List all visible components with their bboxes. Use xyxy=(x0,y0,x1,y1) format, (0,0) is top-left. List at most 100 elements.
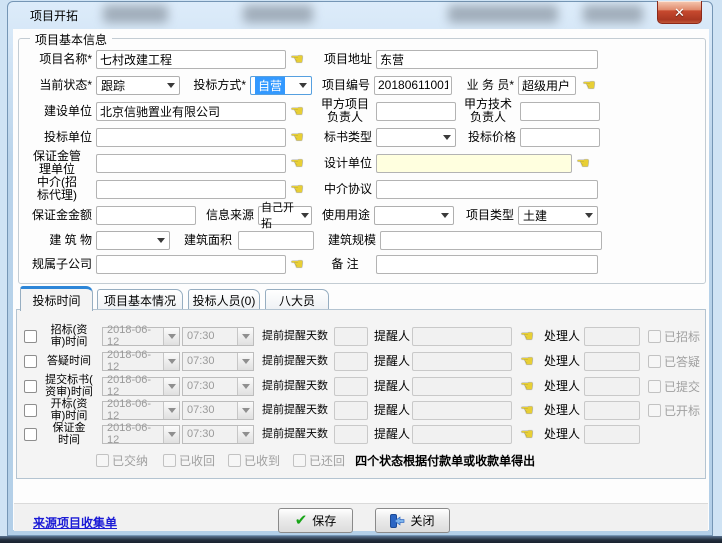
lookup-hand-icon[interactable]: ☚ xyxy=(518,378,536,394)
party-a-pm-input[interactable] xyxy=(376,102,456,121)
lookup-hand-icon[interactable]: ☚ xyxy=(288,181,306,197)
open-time-checkbox[interactable] xyxy=(24,404,37,417)
subsidiary-input[interactable] xyxy=(96,255,286,274)
footer-bar xyxy=(14,503,708,531)
handler-input[interactable] xyxy=(584,377,640,396)
bid-method-combo[interactable]: 自营 xyxy=(250,76,312,95)
date-value: 2018-06-12 xyxy=(107,349,163,373)
deposit-time-checkbox[interactable] xyxy=(24,428,37,441)
lookup-hand-icon[interactable]: ☚ xyxy=(574,155,592,171)
lookup-hand-icon[interactable]: ☚ xyxy=(580,77,598,93)
glass-reflection xyxy=(448,5,558,23)
build-scale-label: 建筑规模 xyxy=(322,229,376,251)
schedule-row-label: 开标(资 审)时间 xyxy=(39,399,99,421)
building-label: 建 筑 物 xyxy=(22,229,92,251)
project-no-input[interactable] xyxy=(374,76,452,95)
chevron-down-icon xyxy=(237,402,253,419)
date-combo[interactable]: 2018-06-12 xyxy=(102,352,180,371)
time-combo[interactable]: 07:30 xyxy=(182,352,254,371)
deposit-amount-input[interactable] xyxy=(96,206,196,225)
remind-days-input[interactable] xyxy=(334,352,368,371)
close-button[interactable]: 关闭 xyxy=(375,508,450,533)
status-checkbox[interactable] xyxy=(648,355,661,368)
remind-days-input[interactable] xyxy=(334,401,368,420)
submit-time-checkbox[interactable] xyxy=(24,380,37,393)
handler-input[interactable] xyxy=(584,425,640,444)
lookup-hand-icon[interactable]: ☚ xyxy=(288,103,306,119)
lookup-hand-icon[interactable]: ☚ xyxy=(518,402,536,418)
party-a-tech-input[interactable] xyxy=(520,102,600,121)
bid-unit-input[interactable] xyxy=(96,128,286,147)
tab-project-basic[interactable]: 项目基本情况 xyxy=(97,289,183,310)
status-checkbox[interactable] xyxy=(648,330,661,343)
returned-checkbox[interactable] xyxy=(293,454,306,467)
handler-input[interactable] xyxy=(584,327,640,346)
address-input[interactable] xyxy=(376,50,598,69)
status-checkbox[interactable] xyxy=(648,380,661,393)
date-combo[interactable]: 2018-06-12 xyxy=(102,425,180,444)
bid-time-checkbox[interactable] xyxy=(24,330,37,343)
lookup-hand-icon[interactable]: ☚ xyxy=(288,51,306,67)
handler-input[interactable] xyxy=(584,352,640,371)
doc-type-combo[interactable] xyxy=(376,128,456,147)
source-collection-link[interactable]: 来源项目收集单 xyxy=(33,514,117,531)
received-checkbox[interactable] xyxy=(228,454,241,467)
design-unit-input[interactable] xyxy=(376,154,572,173)
party-a-pm-label: 甲方项目 负责人 xyxy=(318,100,372,122)
tab-bid-time[interactable]: 投标时间 xyxy=(20,286,93,311)
tab-label: 投标时间 xyxy=(32,292,80,309)
time-combo[interactable]: 07:30 xyxy=(182,401,254,420)
usage-combo[interactable] xyxy=(374,206,454,225)
building-combo[interactable] xyxy=(96,231,170,250)
lookup-hand-icon[interactable]: ☚ xyxy=(518,426,536,442)
agency-input[interactable] xyxy=(96,180,286,199)
lookup-hand-icon[interactable]: ☚ xyxy=(288,155,306,171)
tab-label: 投标人员(0) xyxy=(193,292,256,309)
remind-days-input[interactable] xyxy=(334,425,368,444)
build-unit-input[interactable] xyxy=(96,102,286,121)
save-button[interactable]: ✔ 保存 xyxy=(278,508,353,533)
window-close-button[interactable]: ✕ xyxy=(657,1,702,24)
qa-time-checkbox[interactable] xyxy=(24,355,37,368)
info-source-combo[interactable]: 自己开拓 xyxy=(258,206,312,225)
recovered-checkbox[interactable] xyxy=(163,454,176,467)
build-scale-input[interactable] xyxy=(380,231,602,250)
lookup-hand-icon[interactable]: ☚ xyxy=(518,328,536,344)
status-check-label: 已提交 xyxy=(664,378,700,395)
salesman-input[interactable] xyxy=(518,76,576,95)
reminder-input[interactable] xyxy=(412,401,512,420)
remind-days-input[interactable] xyxy=(334,327,368,346)
screen: 项目开拓 ✕ 项目基本信息 项目名称* ☚ 项目地址 当前状态* 跟踪 投标方式… xyxy=(0,0,722,543)
project-name-input[interactable] xyxy=(96,50,286,69)
reminder-input[interactable] xyxy=(412,425,512,444)
remark-input[interactable] xyxy=(376,255,598,274)
time-combo[interactable]: 07:30 xyxy=(182,377,254,396)
status-checkbox[interactable] xyxy=(648,404,661,417)
bid-price-input[interactable] xyxy=(520,128,600,147)
tab-bid-staff[interactable]: 投标人员(0) xyxy=(188,289,260,310)
date-combo[interactable]: 2018-06-12 xyxy=(102,327,180,346)
date-combo[interactable]: 2018-06-12 xyxy=(102,401,180,420)
time-combo[interactable]: 07:30 xyxy=(182,327,254,346)
chevron-down-icon xyxy=(443,135,451,140)
paid-checkbox[interactable] xyxy=(96,454,109,467)
status-combo[interactable]: 跟踪 xyxy=(96,76,180,95)
lookup-hand-icon[interactable]: ☚ xyxy=(518,353,536,369)
date-combo[interactable]: 2018-06-12 xyxy=(102,377,180,396)
reminder-input[interactable] xyxy=(412,327,512,346)
deposit-unit-input[interactable] xyxy=(96,154,286,173)
lookup-hand-icon[interactable]: ☚ xyxy=(288,129,306,145)
remind-days-input[interactable] xyxy=(334,377,368,396)
build-area-label: 建筑面积 xyxy=(180,229,232,251)
lookup-hand-icon[interactable]: ☚ xyxy=(288,256,306,272)
time-combo[interactable]: 07:30 xyxy=(182,425,254,444)
tab-eight-roles[interactable]: 八大员 xyxy=(265,289,329,310)
project-type-combo[interactable]: 土建 xyxy=(518,206,598,225)
reminder-input[interactable] xyxy=(412,377,512,396)
reminder-input[interactable] xyxy=(412,352,512,371)
handler-input[interactable] xyxy=(584,401,640,420)
agency-agreement-input[interactable] xyxy=(376,180,598,199)
time-value: 07:30 xyxy=(187,380,215,392)
build-area-input[interactable] xyxy=(238,231,314,250)
title-bar[interactable] xyxy=(8,1,714,29)
